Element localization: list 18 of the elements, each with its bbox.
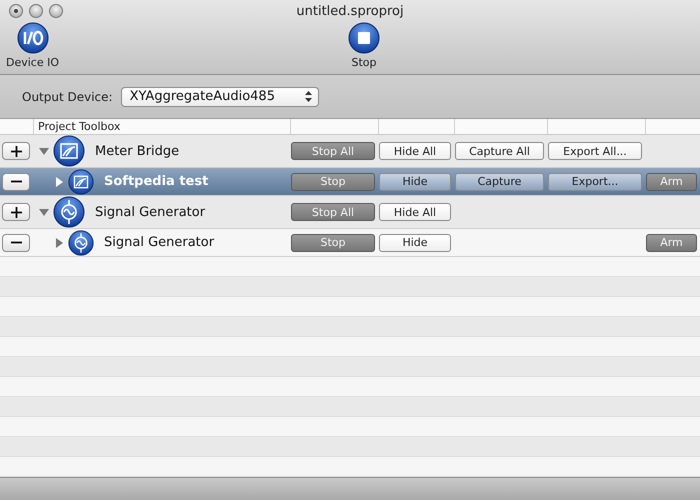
output-device-select[interactable]: XYAggregateAudio485 [120, 86, 319, 106]
export-button[interactable]: Export All... [548, 142, 642, 160]
capture-button[interactable]: Capture All [455, 142, 544, 160]
hide-button[interactable]: Hide All [379, 203, 451, 221]
row-name: Softpedia test [104, 174, 208, 189]
hide-button[interactable]: Hide [379, 234, 451, 252]
row-name: Signal Generator [104, 235, 214, 250]
column-header: Project Toolbox [38, 120, 120, 133]
export-button[interactable]: Export... [548, 172, 642, 190]
window-title: untitled.sproproj [296, 4, 404, 18]
hide-button[interactable]: Hide All [379, 142, 451, 160]
row-name: Signal Generator [95, 204, 206, 220]
output-device-label: Output Device: [22, 90, 113, 104]
row-name: Meter Bridge [95, 144, 180, 158]
capture-button[interactable]: Capture [455, 172, 544, 190]
stop-button[interactable]: Stop [348, 22, 380, 69]
hide-button[interactable]: Hide [379, 172, 451, 190]
device-io-button[interactable]: Device IO [6, 22, 60, 69]
